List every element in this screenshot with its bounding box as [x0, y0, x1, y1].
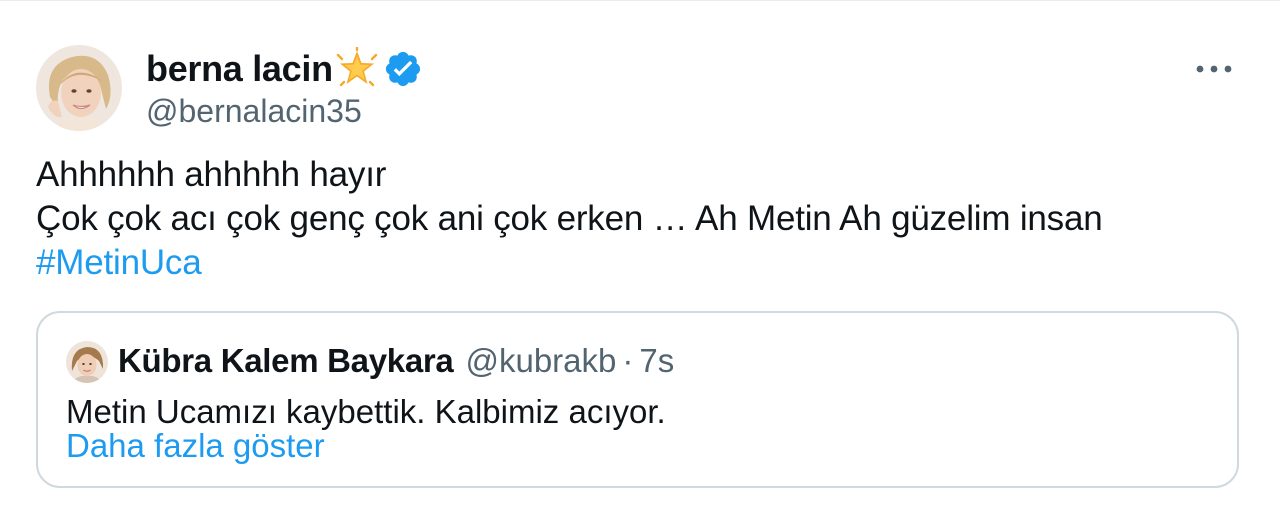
more-options-button[interactable] — [1190, 51, 1238, 87]
author-name-row: berna lacin — [146, 45, 423, 93]
quoted-tweet[interactable]: Kübra Kalem Baykara @kubrakb · 7s Metin … — [36, 311, 1239, 488]
author-info[interactable]: berna lacin @bernalacin35 — [146, 45, 423, 135]
quoted-timestamp[interactable]: 7s — [639, 337, 674, 385]
quoted-author-avatar[interactable] — [66, 341, 108, 383]
author-avatar[interactable] — [36, 45, 122, 131]
show-more-link[interactable]: Daha fazla göster — [66, 425, 325, 467]
tweet-text-line-1: Ahhhhhh ahhhhh hayır — [36, 155, 387, 194]
hashtag-link[interactable]: #MetinUca — [36, 241, 1246, 285]
tweet-text-line-2: Çok çok acı çok genç çok ani çok erken …… — [36, 199, 1103, 238]
author-handle[interactable]: @bernalacin35 — [146, 91, 423, 131]
quoted-display-name[interactable]: Kübra Kalem Baykara — [118, 337, 454, 385]
tweet-card[interactable]: berna lacin @bernalacin35 Ahhhhhh ahhhhh… — [0, 0, 1280, 519]
tweet-text: Ahhhhhh ahhhhh hayır Çok çok acı çok gen… — [36, 153, 1246, 285]
more-dots-icon — [1196, 65, 1232, 73]
verified-badge-icon[interactable] — [383, 49, 423, 89]
quoted-separator: · — [622, 342, 634, 379]
quoted-handle[interactable]: @kubrakb — [465, 337, 616, 385]
quoted-header: Kübra Kalem Baykara @kubrakb · 7s — [118, 337, 674, 385]
glowing-star-icon — [335, 45, 379, 91]
author-display-name[interactable]: berna lacin — [146, 45, 333, 93]
